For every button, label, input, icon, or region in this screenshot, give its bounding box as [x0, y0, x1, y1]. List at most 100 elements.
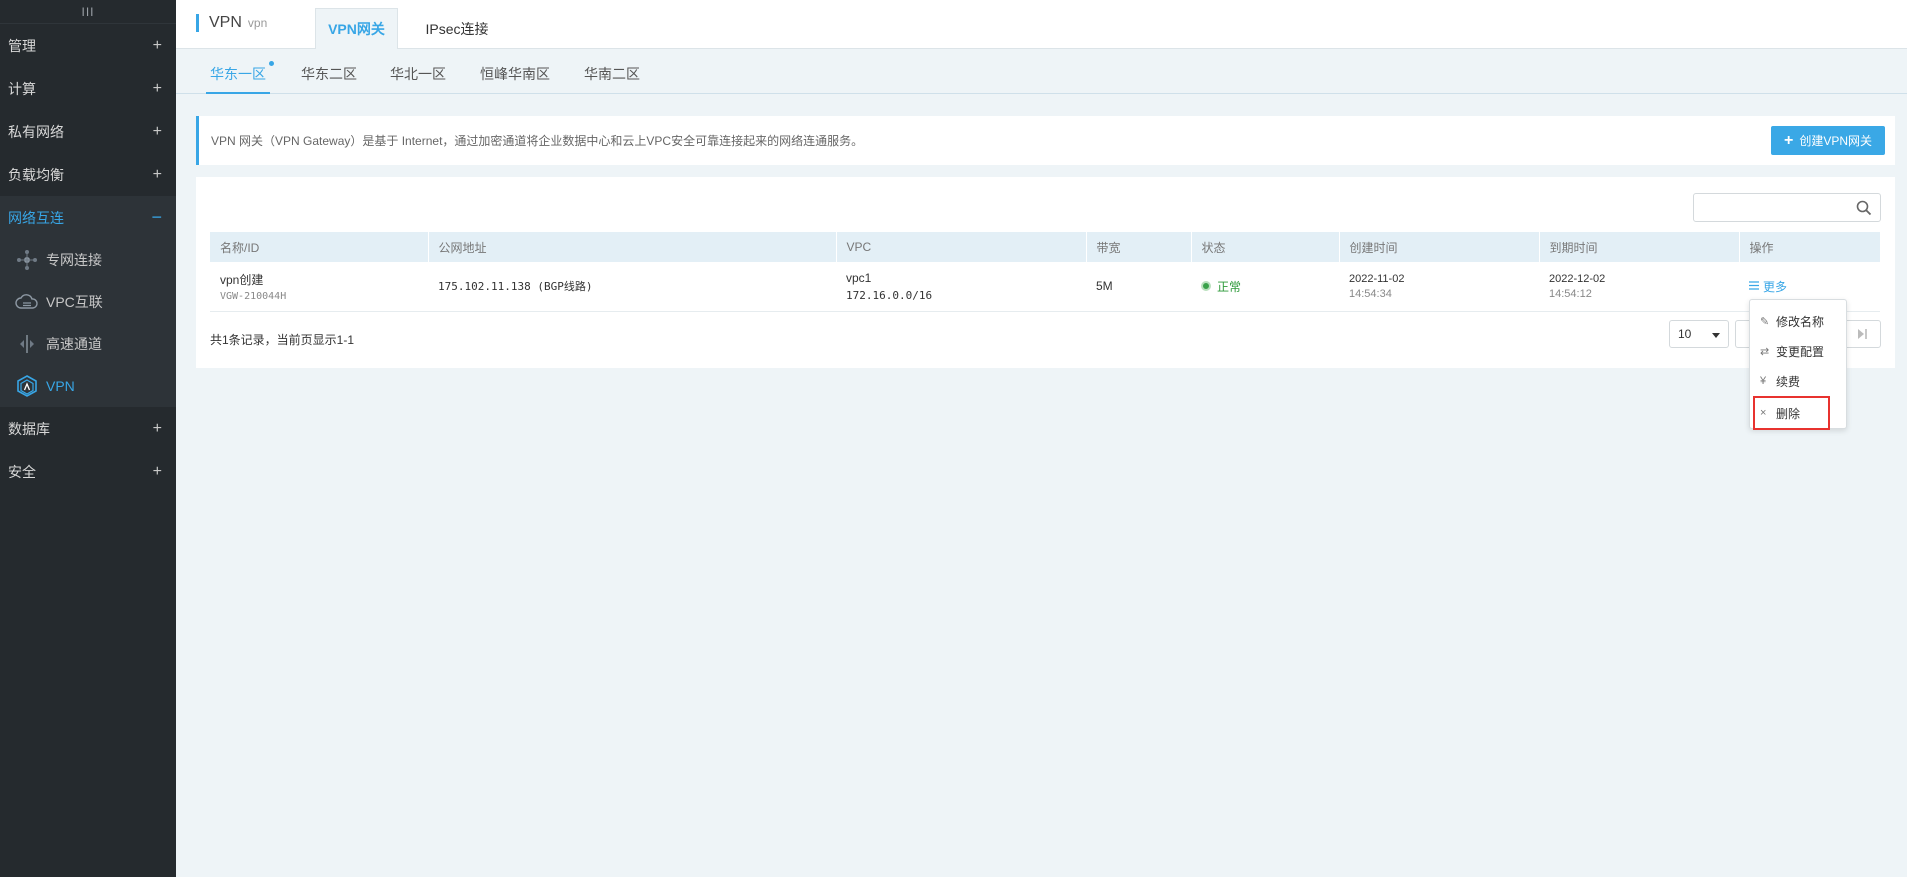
- expand-icon: +: [152, 79, 162, 97]
- plus-icon: +: [1783, 131, 1794, 149]
- page-title-text: VPN: [209, 14, 242, 31]
- caret-down-icon: [1712, 327, 1720, 341]
- nav-label: 计算: [8, 80, 36, 97]
- col-status: 状态: [1191, 232, 1340, 262]
- sub-item-label: 高速通道: [46, 336, 102, 352]
- notification-dot: [269, 61, 274, 66]
- sub-item-vpc-peering[interactable]: VPC互联: [0, 281, 176, 323]
- sub-item-label: VPC互联: [46, 294, 103, 310]
- sidebar-toggle[interactable]: III: [0, 0, 176, 24]
- col-actions: 操作: [1739, 232, 1880, 262]
- cloud-link-icon: [15, 291, 39, 313]
- nav-label: 网络互连: [8, 209, 64, 226]
- menu-item-renew[interactable]: ¥ 续费: [1750, 366, 1846, 396]
- nav-label: 安全: [8, 463, 36, 480]
- close-icon: ×: [1760, 407, 1767, 419]
- search-input[interactable]: [1694, 194, 1844, 221]
- col-address: 公网地址: [428, 232, 837, 262]
- expire-date: 2022-12-02: [1549, 272, 1606, 285]
- nav-label: 负载均衡: [8, 166, 64, 183]
- col-bandwidth: 带宽: [1086, 232, 1192, 262]
- more-actions-link[interactable]: 更多: [1749, 278, 1787, 295]
- menu-item-label: 续费: [1776, 374, 1801, 389]
- region-tab-north1[interactable]: 华北一区: [390, 64, 446, 94]
- nav-load-balance[interactable]: 负载均衡 +: [0, 153, 176, 196]
- search-box: [1693, 193, 1881, 222]
- cell-expire: 2022-12-02 14:54:12: [1539, 262, 1739, 312]
- cell-address: 175.102.11.138 (BGP线路): [428, 262, 836, 312]
- record-summary: 共1条记录，当前页显示1-1: [210, 333, 355, 347]
- more-actions-label: 更多: [1763, 279, 1788, 294]
- region-tab-east2[interactable]: 华东二区: [301, 64, 357, 94]
- vpc-name[interactable]: vpc1: [846, 271, 1086, 285]
- cell-bandwidth: 5M: [1086, 262, 1191, 312]
- tab-vpn-gateway[interactable]: VPN网关: [315, 8, 398, 49]
- gateway-table: 名称/ID 公网地址 VPC 带宽 状态 创建时间 到期时间 操作 vpn创建 …: [210, 232, 1880, 312]
- last-page-icon: [1858, 329, 1867, 339]
- status-badge: 正常: [1201, 278, 1339, 295]
- nav-interconnect[interactable]: 网络互连 −: [0, 196, 176, 239]
- region-tab-south2[interactable]: 华南二区: [584, 64, 640, 94]
- info-banner: VPN 网关（VPN Gateway）是基于 Internet，通过加密通道将企…: [196, 116, 1895, 165]
- nav-label: 数据库: [8, 420, 50, 437]
- region-tab-hengfeng-south[interactable]: 恒峰华南区: [480, 64, 550, 94]
- col-created: 创建时间: [1339, 232, 1540, 262]
- nav-database[interactable]: 数据库 +: [0, 407, 176, 450]
- pencil-icon: ✎: [1760, 315, 1770, 328]
- bandwidth-value: 5M: [1096, 279, 1113, 294]
- nav-management[interactable]: 管理 +: [0, 24, 176, 67]
- menu-item-label: 变更配置: [1776, 344, 1825, 359]
- network-nodes-icon: [15, 249, 39, 271]
- region-tab-east1[interactable]: 华东一区: [206, 61, 274, 94]
- vpc-cidr: 172.16.0.0/16: [846, 288, 933, 302]
- interconnect-submenu: 专网连接 VPC互联 高速通道 VPN: [0, 239, 176, 407]
- sub-item-label: 专网连接: [46, 252, 102, 268]
- sidebar: III 管理 + 计算 + 私有网络 + 负载均衡 + 网络互连 − 专网连接 …: [0, 0, 176, 877]
- table-row: vpn创建 VGW-210044H 175.102.11.138 (BGP线路)…: [210, 262, 1880, 312]
- nav-compute[interactable]: 计算 +: [0, 67, 176, 110]
- menu-item-label: 删除: [1776, 406, 1801, 421]
- gateway-id: VGW-210044H: [220, 290, 287, 302]
- cell-created: 2022-11-02 14:54:34: [1339, 262, 1539, 312]
- create-button-label: 创建VPN网关: [1799, 134, 1873, 148]
- tab-ipsec[interactable]: IPsec连接: [412, 8, 502, 49]
- search-icon[interactable]: [1856, 200, 1872, 219]
- public-address: 175.102.11.138 (BGP线路): [438, 280, 593, 294]
- more-actions-dropdown: ✎ 修改名称 ⇄ 变更配置 ¥ 续费 × 删除: [1749, 299, 1847, 430]
- sub-item-dedicated-line[interactable]: 专网连接: [0, 239, 176, 281]
- vpn-shield-icon: [15, 375, 39, 397]
- sub-item-label: VPN: [46, 378, 75, 394]
- sub-item-express-channel[interactable]: 高速通道: [0, 323, 176, 365]
- menu-item-change-config[interactable]: ⇄ 变更配置: [1750, 336, 1846, 366]
- menu-item-delete[interactable]: × 删除: [1753, 396, 1830, 430]
- table-header-row: 名称/ID 公网地址 VPC 带宽 状态 创建时间 到期时间 操作: [210, 232, 1880, 262]
- created-date: 2022-11-02: [1349, 272, 1405, 285]
- collapse-icon: −: [151, 207, 162, 227]
- gateway-list-panel: 名称/ID 公网地址 VPC 带宽 状态 创建时间 到期时间 操作 vpn创建 …: [196, 177, 1895, 368]
- created-time: 14:54:34: [1349, 287, 1392, 300]
- menu-item-rename[interactable]: ✎ 修改名称: [1750, 306, 1846, 336]
- status-dot-icon: [1201, 281, 1211, 292]
- region-tab-label: 华东一区: [210, 66, 266, 82]
- status-text: 正常: [1217, 279, 1242, 294]
- menu-list-icon: [1749, 279, 1759, 293]
- col-name-id: 名称/ID: [210, 232, 429, 262]
- express-channel-icon: [15, 333, 39, 355]
- expand-icon: +: [152, 165, 162, 183]
- gateway-name: vpn创建: [220, 272, 264, 287]
- nav-security[interactable]: 安全 +: [0, 450, 176, 493]
- swap-icon: ⇄: [1760, 345, 1770, 358]
- top-bar: VPN vpn VPN网关 IPsec连接: [176, 0, 1907, 49]
- page-size-select[interactable]: 10: [1669, 320, 1729, 348]
- col-vpc: VPC: [836, 232, 1087, 262]
- create-vpn-gateway-button[interactable]: + 创建VPN网关: [1771, 126, 1885, 155]
- page-subtitle: vpn: [247, 16, 268, 30]
- expand-icon: +: [152, 462, 162, 480]
- cell-vpc: vpc1 172.16.0.0/16: [836, 262, 1086, 312]
- expire-time: 14:54:12: [1549, 287, 1592, 300]
- nav-private-network[interactable]: 私有网络 +: [0, 110, 176, 153]
- banner-text: VPN 网关（VPN Gateway）是基于 Internet，通过加密通道将企…: [211, 134, 864, 148]
- expand-icon: +: [152, 419, 162, 437]
- last-page-button[interactable]: [1844, 321, 1880, 347]
- sub-item-vpn[interactable]: VPN: [0, 365, 176, 407]
